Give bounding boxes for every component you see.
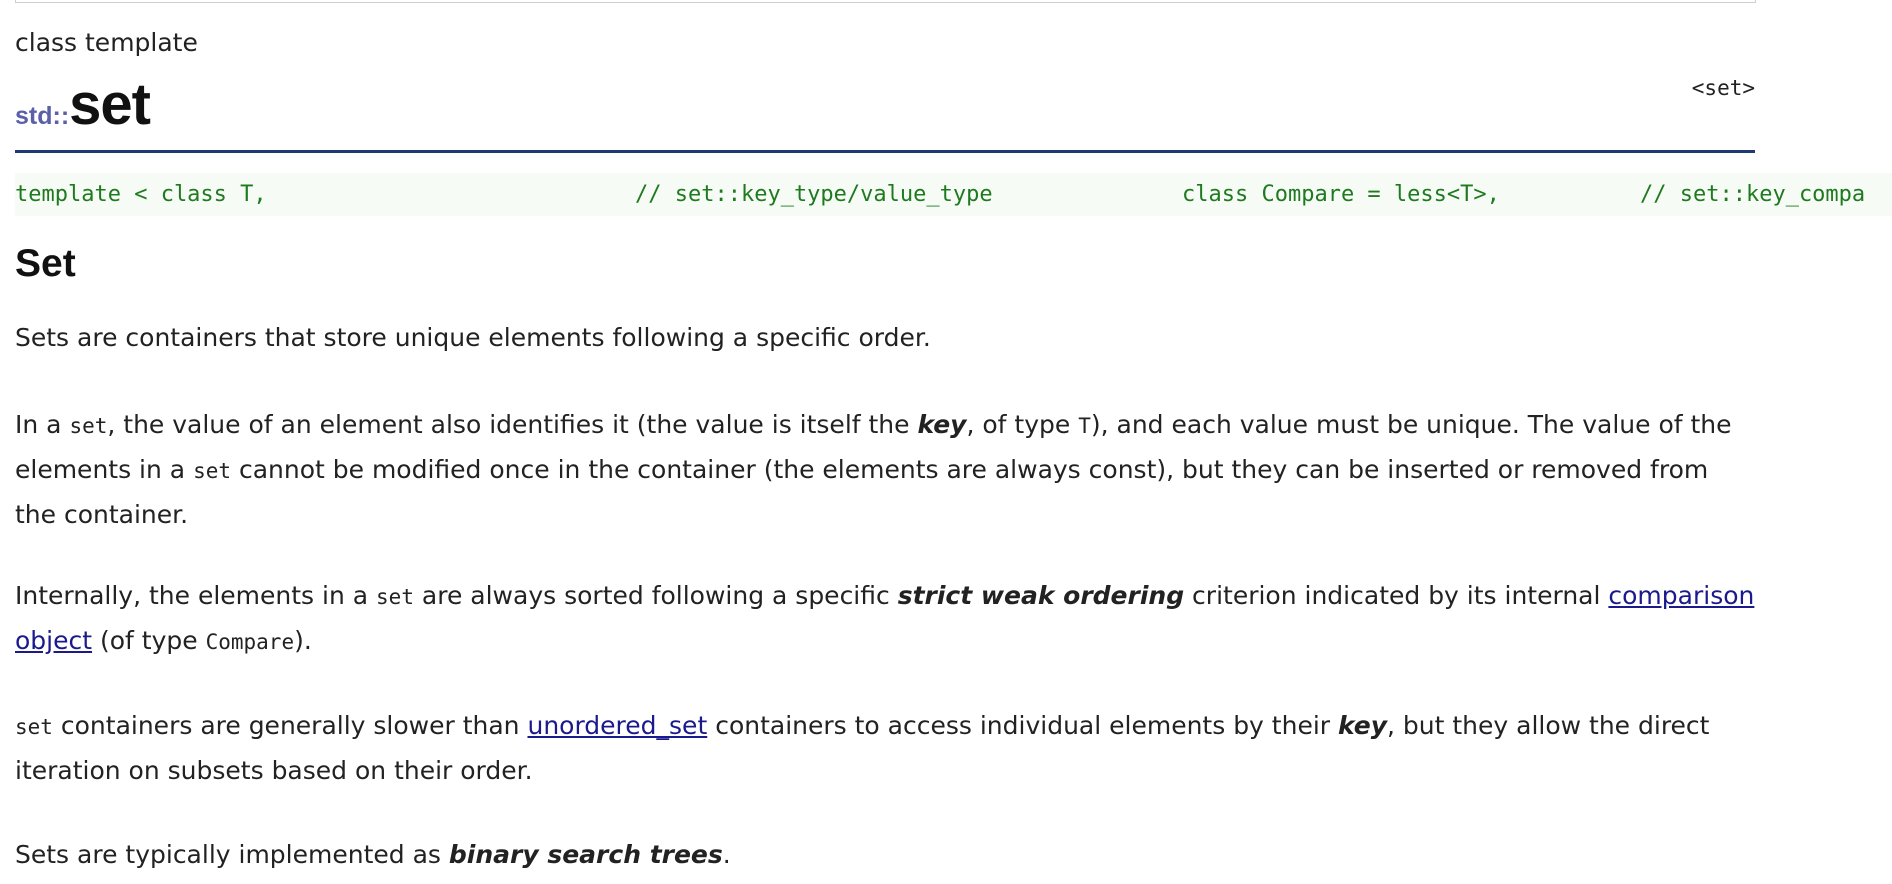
text: , of type [966, 410, 1079, 439]
page-title: std::set [15, 76, 151, 148]
paragraph-5: Sets are typically implemented as binary… [15, 833, 1755, 876]
section-title: Set [15, 242, 76, 285]
emphasis-term: key [917, 410, 967, 439]
code-term: Compare [205, 630, 295, 654]
code-part-2: // set::key_type/value_type [635, 182, 993, 207]
text: ). [294, 626, 312, 655]
text: In a [15, 410, 70, 439]
text: are always sorted following a specific [413, 581, 898, 610]
text: containers are generally slower than [52, 711, 528, 740]
code-term: set [376, 585, 414, 609]
top-frame [15, 0, 1756, 3]
code-part-1: template < class T, [15, 182, 267, 207]
title-divider [15, 150, 1755, 153]
text: Internally, the elements in a [15, 581, 377, 610]
emphasis-term: strict weak ordering [897, 581, 1185, 610]
text: cannot be modified once in the container… [15, 455, 1709, 529]
text: containers to access individual elements… [707, 711, 1338, 740]
code-part-3: class Compare = less<T>, [1182, 182, 1500, 207]
header-file-label: <set> [1691, 76, 1755, 100]
template-declaration: template < class T, // set::key_type/val… [15, 173, 1892, 216]
text: (of type [92, 626, 206, 655]
kind-label: class template [15, 28, 198, 57]
code-term: set [69, 414, 108, 438]
paragraph-2: In a set, the value of an element also i… [15, 403, 1755, 536]
code-term: set [15, 715, 53, 739]
text: , the value of an element also identifie… [107, 410, 918, 439]
unordered-set-link[interactable]: unordered_set [527, 711, 707, 740]
code-term: set [193, 459, 232, 483]
paragraph-1: Sets are containers that store unique el… [15, 323, 931, 352]
emphasis-term: key [1338, 711, 1387, 740]
paragraph-4: set containers are generally slower than… [15, 704, 1755, 792]
emphasis-term: binary search trees [448, 840, 723, 869]
code-part-4: // set::key_compa [1640, 182, 1866, 207]
code-term: T [1078, 414, 1091, 438]
text: criterion indicated by its internal [1184, 581, 1609, 610]
text: . [722, 840, 731, 869]
title-namespace: std:: [15, 102, 70, 130]
text: Sets are typically implemented as [15, 840, 449, 869]
paragraph-3: Internally, the elements in a set are al… [15, 574, 1755, 664]
title-name: set [69, 72, 151, 137]
